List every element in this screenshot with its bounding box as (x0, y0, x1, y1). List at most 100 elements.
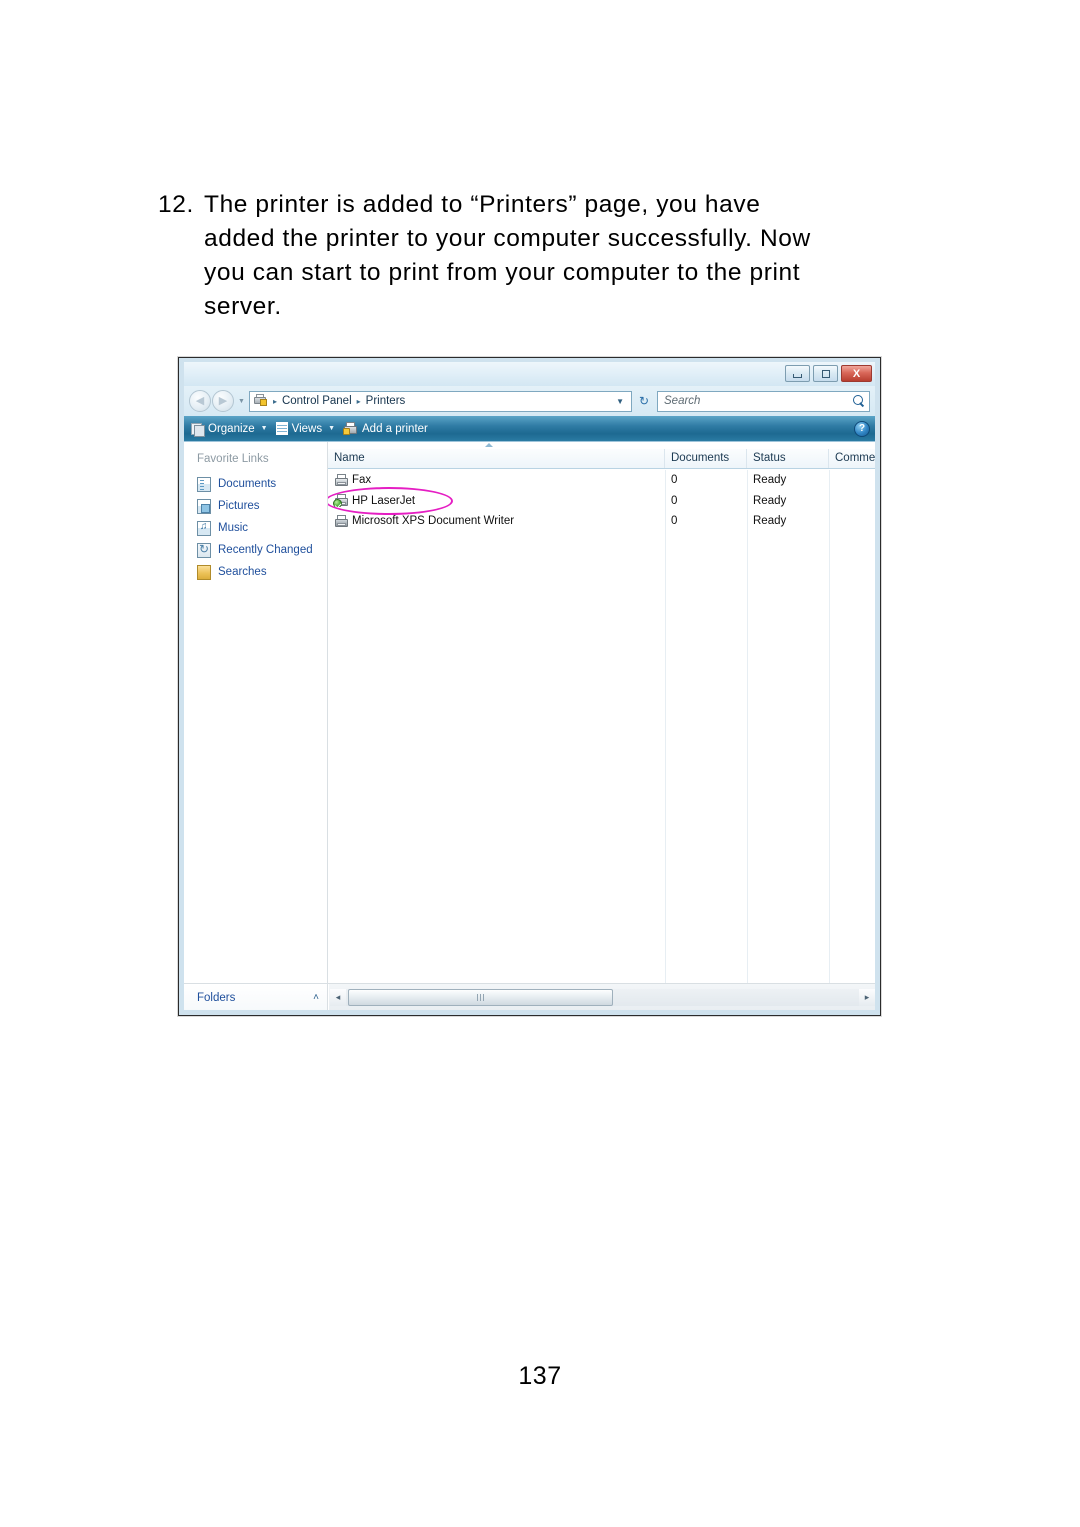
window-body: Favorite Links Documents Pictures Music (183, 441, 876, 983)
breadcrumb-separator-1: ▸ (356, 396, 361, 406)
column-header-comments[interactable]: Commen (829, 449, 876, 468)
window-controls: X (785, 365, 872, 382)
sidebar-item-documents[interactable]: Documents (183, 473, 327, 495)
status-cell: Ready (753, 474, 787, 487)
sidebar-item-label: Pictures (218, 500, 260, 512)
sort-ascending-icon (485, 443, 493, 447)
printers-rows: Fax 0 Ready HP LaserJet 0 Ready Microsof… (328, 470, 876, 983)
printer-name-cell[interactable]: HP LaserJet (328, 486, 665, 515)
instruction-line-1: The printer is added to “Printers” page,… (204, 191, 761, 218)
sidebar-item-label: Music (218, 522, 249, 534)
help-button[interactable]: ? (854, 420, 870, 437)
sidebar-item-music[interactable]: Music (183, 517, 327, 539)
sidebar-item-searches[interactable]: Searches (183, 561, 327, 583)
chevron-up-icon: ˄ (313, 992, 319, 1003)
printer-name-label: Microsoft XPS Document Writer (352, 515, 515, 528)
status-cell: Ready (753, 515, 787, 528)
column-header-documents[interactable]: Documents (665, 449, 747, 468)
title-bar: X (183, 362, 876, 386)
refresh-button[interactable]: ↻ (633, 391, 655, 412)
minimize-button[interactable] (785, 365, 810, 382)
sidebar-item-recently-changed[interactable]: Recently Changed (183, 539, 327, 561)
scroll-right-button[interactable]: ▸ (859, 989, 875, 1006)
sidebar-item-label: Searches (218, 566, 267, 578)
organize-button[interactable]: Organize ▼ (189, 422, 274, 437)
table-row[interactable]: Fax 0 Ready (328, 470, 876, 491)
search-input[interactable]: Search (664, 395, 853, 407)
searches-folder-icon (197, 564, 211, 580)
instruction-line-2: added the printer to your computer succe… (204, 225, 811, 252)
scrollbar-track[interactable] (346, 989, 859, 1006)
search-icon (853, 395, 865, 407)
documents-cell: 0 (671, 515, 678, 528)
instruction-paragraph: 12. The printer is added to “Printers” p… (158, 188, 898, 324)
printer-name-cell[interactable]: Microsoft XPS Document Writer (328, 514, 665, 528)
navigation-buttons: ◀ ▶ (189, 390, 234, 412)
views-icon (275, 422, 288, 435)
maximize-icon (821, 369, 830, 378)
breadcrumb-printers[interactable]: Printers (365, 395, 407, 407)
close-button[interactable]: X (841, 365, 872, 382)
command-toolbar: Organize ▼ Views ▼ Add a printer ? (183, 416, 876, 441)
sidebar-item-pictures[interactable]: Pictures (183, 495, 327, 517)
views-label: Views (291, 422, 323, 435)
column-header-status[interactable]: Status (747, 449, 829, 468)
breadcrumb-control-panel[interactable]: Control Panel (281, 395, 353, 407)
address-bar-row: ◀ ▶ ▼ ▸ Control Panel ▸ Printers ▼ ↻ Sea… (183, 386, 876, 416)
sidebar-item-label: Documents (218, 478, 277, 490)
organize-icon (191, 422, 205, 437)
printer-name-label: Fax (352, 474, 372, 487)
printer-name-cell[interactable]: Fax (328, 473, 665, 487)
scrollbar-thumb[interactable] (348, 989, 613, 1006)
explorer-window: X ◀ ▶ ▼ ▸ Control Panel ▸ Printers ▼ ↻ S… (178, 357, 881, 1016)
instruction-line-3: you can start to print from your compute… (204, 259, 801, 286)
organize-chevron-down-icon: ▼ (260, 425, 268, 432)
search-box[interactable]: Search (657, 390, 870, 412)
minimize-icon (793, 373, 802, 378)
xps-printer-icon (334, 514, 349, 528)
printer-icon-default (333, 494, 349, 508)
printers-list-pane: Name Documents Status Commen (328, 442, 876, 983)
documents-cell: 0 (671, 494, 678, 507)
page-number: 137 (518, 1362, 562, 1390)
table-row[interactable]: Microsoft XPS Document Writer 0 Ready (328, 511, 876, 532)
step-number: 12. (158, 191, 194, 218)
organize-label: Organize (208, 422, 255, 435)
horizontal-scrollbar[interactable]: ◂ ▸ (328, 984, 876, 1011)
maximize-button[interactable] (813, 365, 838, 382)
column-header-name[interactable]: Name (328, 449, 665, 468)
column-gridlines (328, 470, 876, 983)
back-button[interactable]: ◀ (189, 390, 211, 412)
default-printer-check-icon (333, 499, 342, 508)
views-button[interactable]: Views ▼ (274, 422, 341, 435)
scroll-left-button[interactable]: ◂ (330, 989, 346, 1006)
add-a-printer-label: Add a printer (362, 422, 428, 435)
window-inner: X ◀ ▶ ▼ ▸ Control Panel ▸ Printers ▼ ↻ S… (182, 361, 877, 1012)
recent-pages-chevron-icon[interactable]: ▼ (238, 398, 245, 405)
views-chevron-down-icon: ▼ (328, 425, 336, 432)
add-a-printer-button[interactable]: Add a printer (341, 422, 434, 435)
music-icon (197, 520, 211, 536)
status-cell: Ready (753, 494, 787, 507)
instruction-line-4: server. (204, 293, 282, 320)
sidebar-item-label: Recently Changed (218, 544, 313, 556)
folders-toggle-button[interactable]: Folders ˄ (183, 984, 328, 1011)
bottom-bar: Folders ˄ ◂ ▸ (183, 983, 876, 1011)
documents-cell: 0 (671, 474, 678, 487)
printer-name-label: HP LaserJet (352, 494, 416, 507)
address-dropdown-icon[interactable]: ▼ (611, 397, 629, 406)
fax-printer-icon (334, 473, 349, 487)
scrollbar-grip-icon (477, 994, 484, 1001)
favorite-links-title: Favorite Links (197, 453, 269, 465)
breadcrumb-separator-0: ▸ (272, 396, 277, 406)
table-row[interactable]: HP LaserJet 0 Ready (328, 486, 876, 515)
documents-icon (197, 476, 211, 492)
forward-button[interactable]: ▶ (212, 390, 234, 412)
printers-folder-icon (253, 394, 267, 408)
address-bar[interactable]: ▸ Control Panel ▸ Printers ▼ (248, 390, 632, 412)
folders-label: Folders (197, 991, 236, 1004)
instruction-text: The printer is added to “Printers” page,… (204, 188, 898, 324)
pictures-icon (197, 498, 211, 514)
recently-changed-icon (197, 542, 211, 558)
page: 12. The printer is added to “Printers” p… (0, 0, 1080, 1527)
